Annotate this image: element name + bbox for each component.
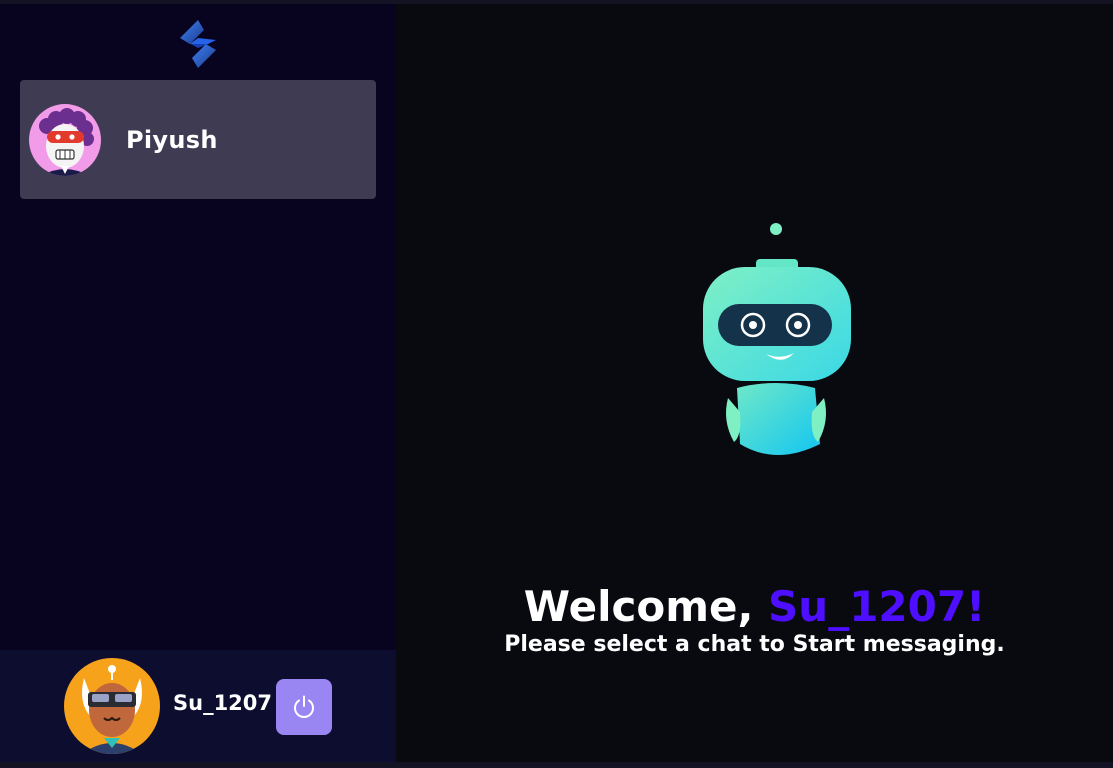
avatar-sunglasses-orange-icon	[64, 658, 160, 754]
logout-button[interactable]	[276, 679, 332, 735]
power-icon	[294, 695, 314, 718]
avatar-robot-red-mask-icon	[29, 103, 101, 176]
welcome-subtitle: Please select a chat to Start messaging.	[504, 632, 1005, 657]
welcome-username: Su_1207	[768, 582, 967, 631]
current-username: Su_1207	[173, 691, 273, 715]
welcome-panel: Welcome, Su_1207! Please select a chat t…	[396, 4, 1113, 762]
snappy-logo-icon	[180, 20, 216, 68]
welcome-heading: Welcome, Su_1207!	[396, 582, 1113, 631]
welcome-exclaim: !	[966, 582, 986, 631]
contacts-sidebar: Piyush Su_1207	[0, 4, 396, 762]
chat-app: Piyush Su_1207 Welcome, Su_1207! Please …	[0, 4, 1113, 762]
contact-name: Piyush	[126, 125, 218, 154]
contact-item[interactable]: Piyush	[20, 80, 376, 199]
robot-illustration-icon	[703, 223, 851, 455]
current-user-panel: Su_1207	[0, 650, 396, 762]
welcome-greeting: Welcome,	[523, 582, 769, 631]
